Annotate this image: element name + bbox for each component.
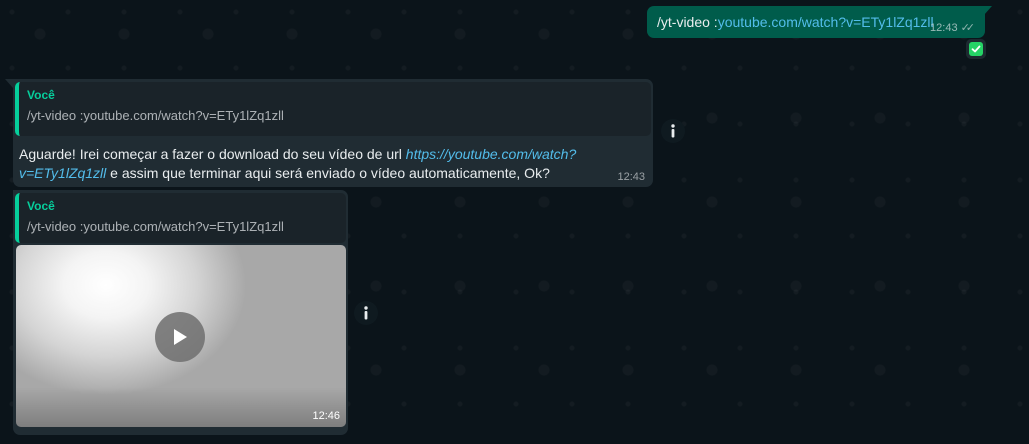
message-meta: 12:43 ✓✓ <box>930 21 976 35</box>
info-icon[interactable] <box>354 301 378 325</box>
video-thumbnail[interactable]: 12:46 <box>16 245 346 427</box>
bubble-tail <box>984 6 992 15</box>
quote-text: /yt-video :youtube.com/watch?v=ETy1lZq1z… <box>27 108 284 123</box>
bubble-tail <box>5 79 13 88</box>
quoted-message[interactable]: Você /yt-video :youtube.com/watch?v=ETy1… <box>15 193 346 243</box>
outgoing-link[interactable]: youtube.com/watch?v=ETy1lZq1zll <box>718 14 934 30</box>
outgoing-message-text: /yt-video :youtube.com/watch?v=ETy1lZq1z… <box>657 14 934 30</box>
video-shade <box>16 387 346 427</box>
message-time: 12:43 <box>930 21 958 34</box>
command-text: /yt-video : <box>657 14 718 30</box>
play-icon[interactable] <box>155 312 205 362</box>
message-time: 12:43 <box>617 171 645 183</box>
quote-author: Você <box>27 88 55 102</box>
info-icon[interactable] <box>661 119 685 143</box>
quote-text: /yt-video :youtube.com/watch?v=ETy1lZq1z… <box>27 219 284 234</box>
body-text-end: e assim que terminar aqui será enviado o… <box>106 165 550 181</box>
body-text: Aguarde! Irei começar a fazer o download… <box>19 146 406 162</box>
video-time: 12:46 <box>312 410 340 422</box>
quoted-message[interactable]: Você /yt-video :youtube.com/watch?v=ETy1… <box>15 82 651 136</box>
double-check-icon: ✓✓ <box>960 22 976 34</box>
reply-video-message[interactable]: Você /yt-video :youtube.com/watch?v=ETy1… <box>13 190 348 435</box>
check-icon[interactable] <box>966 39 986 59</box>
quote-author: Você <box>27 199 55 213</box>
message-body: Aguarde! Irei começar a fazer o download… <box>19 145 619 183</box>
outgoing-message[interactable]: /yt-video :youtube.com/watch?v=ETy1lZq1z… <box>647 6 992 38</box>
reply-text-message[interactable]: Você /yt-video :youtube.com/watch?v=ETy1… <box>5 79 653 187</box>
